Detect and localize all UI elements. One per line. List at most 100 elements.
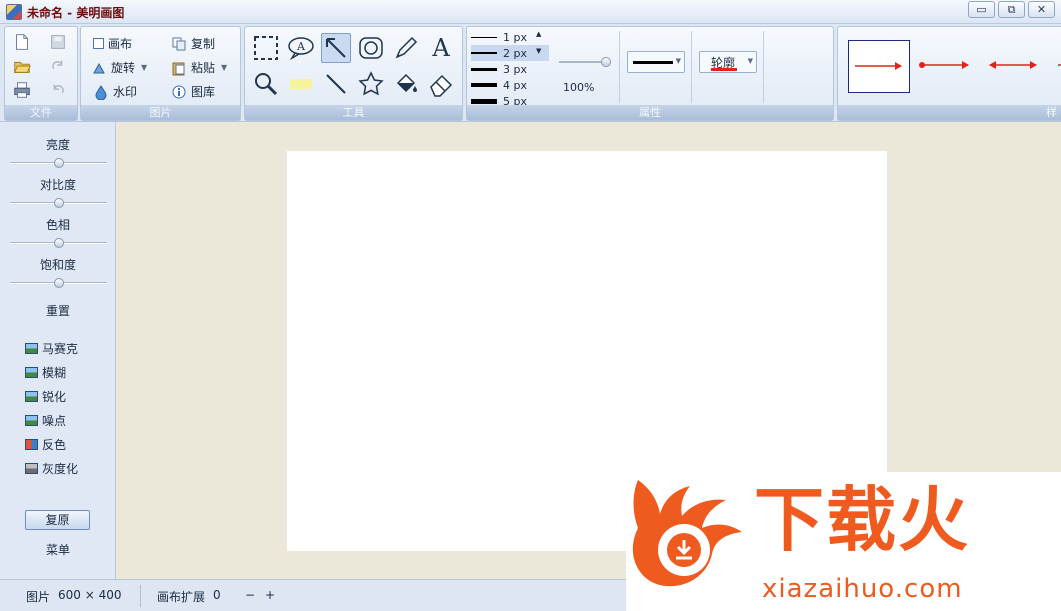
effect-label: 反色 xyxy=(42,438,67,452)
rotate-dropdown-icon[interactable]: ▼ xyxy=(141,63,147,72)
contrast-knob[interactable] xyxy=(54,198,64,208)
canvas-button[interactable]: 画布 xyxy=(93,35,132,52)
image-icon xyxy=(25,415,38,426)
group-label-styles-text: 样 xyxy=(1046,106,1057,119)
effect-noise[interactable]: 噪点 xyxy=(25,412,66,429)
water-drop-icon xyxy=(95,84,107,100)
group-properties: 1 px 2 px 3 px 4 px 5 px ▲ ▼ 100% ▼ 轮廓 ▼… xyxy=(466,26,834,121)
arrow-partial-icon xyxy=(1058,64,1061,66)
watermark-label: 水印 xyxy=(113,85,138,99)
restore-button[interactable]: 复原 xyxy=(25,510,90,530)
arrow-style-3[interactable] xyxy=(984,40,1044,93)
arrow-line-tool[interactable] xyxy=(321,33,351,63)
new-file-icon[interactable] xyxy=(11,31,33,53)
status-divider xyxy=(140,585,141,607)
line-style-dropdown[interactable]: ▼ xyxy=(627,51,685,73)
redo-icon[interactable] xyxy=(47,55,69,77)
effect-label: 马赛克 xyxy=(42,342,79,356)
paste-dropdown-icon[interactable]: ▼ xyxy=(221,63,227,72)
line-tool[interactable] xyxy=(321,69,351,99)
copy-button[interactable]: 复制 xyxy=(171,35,215,52)
highlighter-tool[interactable] xyxy=(286,69,316,99)
text-balloon-tool[interactable]: A xyxy=(286,33,316,63)
image-icon xyxy=(25,343,38,354)
stroke-option-4px[interactable]: 4 px xyxy=(471,77,549,93)
svg-text:A: A xyxy=(296,40,306,53)
saturation-knob[interactable] xyxy=(54,278,64,288)
group-label-properties: 属性 xyxy=(467,105,833,120)
star-tool[interactable] xyxy=(356,69,386,99)
close-button[interactable]: ✕ xyxy=(1028,1,1055,18)
contrast-slider[interactable] xyxy=(10,198,107,208)
brightness-slider[interactable] xyxy=(10,158,107,168)
arrow-style-4[interactable] xyxy=(1052,40,1061,93)
print-icon[interactable] xyxy=(11,79,33,101)
canvas-extend-value: 0 xyxy=(213,588,221,602)
arrow-icon xyxy=(326,38,346,58)
effect-blur[interactable]: 模糊 xyxy=(25,364,66,381)
magnifier-icon xyxy=(255,73,278,96)
window-title: 未命名 - 美明画图 xyxy=(27,6,125,20)
rect-select-icon xyxy=(254,36,278,60)
effect-mosaic[interactable]: 马赛克 xyxy=(25,340,78,357)
eraser-tool[interactable] xyxy=(426,69,456,99)
hue-slider[interactable] xyxy=(10,238,107,248)
frame-icon xyxy=(359,37,383,59)
hue-knob[interactable] xyxy=(54,238,64,248)
rect-select-tool[interactable] xyxy=(251,33,281,63)
copy-icon xyxy=(172,37,186,50)
effect-invert[interactable]: 反色 xyxy=(25,436,66,453)
rotate-label: 旋转 xyxy=(111,61,136,75)
watermark-button[interactable]: 水印 xyxy=(93,83,137,100)
highlighter-icon xyxy=(290,79,312,89)
shape-frame-tool[interactable] xyxy=(356,33,386,63)
fill-tool[interactable] xyxy=(391,69,421,99)
window-controls: ▭ ⧉ ✕ xyxy=(968,1,1055,18)
divider xyxy=(691,31,692,103)
stroke-scroll-down-icon[interactable]: ▼ xyxy=(536,47,541,55)
text-tool[interactable]: A xyxy=(426,33,456,63)
rotate-button[interactable]: 旋转 ▼ xyxy=(91,59,147,76)
effect-label: 灰度化 xyxy=(42,462,79,476)
undo-icon[interactable] xyxy=(47,79,69,101)
effect-label: 锐化 xyxy=(42,390,67,404)
minimize-button[interactable]: ▭ xyxy=(968,1,995,18)
canvas-extend-minus-button[interactable]: − xyxy=(245,588,255,602)
opacity-slider[interactable] xyxy=(559,57,611,67)
effect-sharpen[interactable]: 锐化 xyxy=(25,388,66,405)
group-tools: A A 工具 xyxy=(244,26,463,121)
gallery-button[interactable]: 图库 xyxy=(171,83,215,100)
image-size-value: 600 × 400 xyxy=(58,588,122,602)
stroke-label: 3 px xyxy=(503,62,527,76)
paste-button[interactable]: 粘贴 ▼ xyxy=(171,59,227,76)
group-styles: 样 xyxy=(837,26,1061,121)
brightness-knob[interactable] xyxy=(54,158,64,168)
saturation-label: 饱和度 xyxy=(39,258,76,272)
app-icon xyxy=(6,4,22,20)
watermark-brand-en: xiazaihuo.com xyxy=(762,574,963,604)
arrow-style-2[interactable] xyxy=(916,40,976,93)
menu-button[interactable]: 菜单 xyxy=(0,541,116,558)
stroke-scroll-up-icon[interactable]: ▲ xyxy=(536,30,541,38)
open-folder-icon[interactable] xyxy=(11,55,33,77)
save-icon[interactable] xyxy=(47,31,69,53)
paint-bucket-icon xyxy=(396,73,417,93)
restore-button[interactable]: ⧉ xyxy=(998,1,1025,18)
line-style-sample xyxy=(633,61,673,64)
effect-grayscale[interactable]: 灰度化 xyxy=(25,460,78,477)
stroke-option-3px[interactable]: 3 px xyxy=(471,61,549,77)
reset-button[interactable]: 重置 xyxy=(0,302,116,319)
canvas-extend-plus-button[interactable]: + xyxy=(265,588,275,602)
opacity-slider-knob[interactable] xyxy=(601,57,611,67)
hue-label: 色相 xyxy=(45,218,70,232)
outline-dropdown[interactable]: 轮廓 ▼ xyxy=(699,51,757,73)
gallery-label: 图库 xyxy=(191,85,216,99)
copy-label: 复制 xyxy=(191,37,216,51)
arrow-right-icon xyxy=(855,62,902,70)
pencil-tool[interactable] xyxy=(391,33,421,63)
zoom-tool[interactable] xyxy=(251,69,281,99)
brightness-label: 亮度 xyxy=(45,138,70,152)
saturation-slider[interactable] xyxy=(10,278,107,288)
watermark-brand-cn: 下载火 xyxy=(754,479,970,561)
arrow-style-1[interactable] xyxy=(848,40,910,93)
